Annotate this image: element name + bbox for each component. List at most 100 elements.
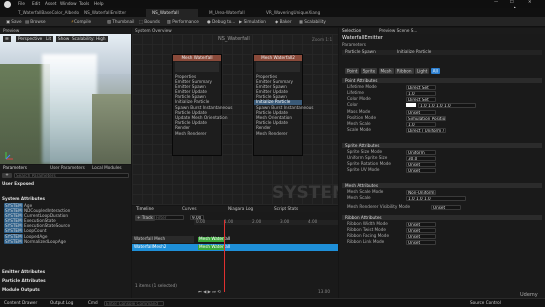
tab-preview-scene[interactable]: Preview Scene S... [379, 28, 417, 34]
browse-button[interactable]: ▤ Browse [22, 19, 49, 25]
debug-button[interactable]: ● Debug to... [204, 19, 238, 25]
details-panel: Selection Preview Scene S... WaterfallEm… [339, 28, 545, 298]
tab-texture[interactable]: T_WaterfallBaseColor_Albedo [12, 9, 79, 17]
ribbon-width-mode-select[interactable]: Unset [406, 222, 436, 227]
menu-help[interactable]: Help [94, 1, 104, 7]
mass-mode-select[interactable]: Unset [406, 110, 436, 115]
filter-initialize-particle[interactable]: Initialize Particle [397, 49, 431, 55]
baker-button[interactable]: ◆ Baker [272, 19, 295, 25]
position-mode-select[interactable]: Simulation Position [406, 116, 446, 121]
subtab-sprite[interactable]: Sprite [360, 67, 378, 74]
compile-button[interactable]: ⚡Compile [68, 19, 94, 25]
ribbon-link-mode-select[interactable]: Unset [406, 240, 436, 245]
sprite-rotation-mode-select[interactable]: Unset [406, 162, 436, 167]
menu-edit[interactable]: Edit [32, 1, 40, 7]
tab-ns-waterfall[interactable]: NS_Waterfall [146, 9, 198, 17]
scalability-preview-button[interactable]: Scalability: High [70, 36, 108, 42]
parameters-search-input[interactable]: Search Parameters [14, 173, 129, 178]
cmd-dropdown[interactable]: Cmd [88, 300, 98, 306]
timeline-ruler[interactable]: 0.00 1.00 2.00 3.00 4.00 [194, 219, 338, 225]
subtab-mesh[interactable]: Mesh [378, 67, 394, 74]
lifetime-input[interactable]: 1.0 [406, 91, 436, 96]
track-bar-2[interactable]: Mesh Waterfall [198, 244, 230, 250]
field-label: Mesh Renderer Visibility Mode [347, 204, 411, 209]
color-swatch[interactable] [406, 103, 416, 107]
performance-button[interactable]: ▥ Performance [164, 19, 202, 25]
perspective-button[interactable]: Perspective [16, 36, 45, 42]
sprite-uv-mode-select[interactable]: Unset [406, 168, 436, 173]
stack-row-mesh-renderer[interactable]: Mesh Renderer [173, 131, 221, 136]
emitter-node-left[interactable]: Mesh Waterfall Properties Emitter Summar… [172, 54, 232, 156]
mesh-scale-mode-select[interactable]: Non-Uniform [406, 190, 436, 195]
minimize-icon[interactable]: — [494, 0, 498, 5]
status-bar: Content Drawer Output Log Cmd Enter Cons… [0, 292, 545, 307]
color-input[interactable]: 1.0 1.0 1.0 1.0 [418, 103, 476, 108]
filter-particle-spawn[interactable]: Particle Spawn [345, 49, 376, 55]
scalability-button[interactable]: ▦ Scalability [296, 19, 329, 25]
lifetime-mode-select[interactable]: Direct Set [406, 85, 436, 90]
tab-parameters[interactable]: Parameters [3, 165, 27, 171]
mesh-visibility-mode-select[interactable]: Unset [431, 205, 461, 210]
source-control-button[interactable]: Source Control [470, 300, 501, 306]
emitter-attributes-section[interactable]: Emitter Attributes [2, 269, 45, 275]
playhead-marker[interactable] [224, 220, 225, 292]
ribbon-twist-mode-select[interactable]: Unset [406, 228, 436, 233]
maximize-icon[interactable]: ☐ [510, 0, 514, 5]
sprite-attributes-section[interactable]: Sprite Attributes [342, 143, 542, 148]
tab-selection[interactable]: Selection [342, 28, 361, 34]
add-track-button[interactable]: + Track [135, 215, 155, 221]
color-mode-select[interactable]: Direct Set [406, 97, 436, 102]
mesh-scale-vector-input[interactable]: 1.0 1.0 1.0 [406, 196, 466, 201]
simulation-button[interactable]: ▶ Simulation [236, 19, 269, 25]
tab-emitter[interactable]: NS_WaterfallEmitter [78, 9, 140, 17]
timeline-filter-input[interactable]: Filter [154, 215, 184, 220]
console-command-input[interactable]: Enter Console Command [104, 301, 164, 306]
subtab-ribbon[interactable]: Ribbon [394, 67, 414, 74]
track-waterfall-mesh-2[interactable]: WaterfallMesh2 [132, 244, 338, 251]
preview-viewport[interactable]: ☰ Perspective Lit Show Scalability: High [0, 34, 131, 164]
tab-user-parameters[interactable]: User Parameters [50, 165, 85, 171]
point-attributes-section[interactable]: Point Attributes [342, 78, 542, 83]
tab-script-stats[interactable]: Script Stats [274, 206, 298, 212]
sprite-size-input[interactable]: 30.0 [406, 156, 436, 161]
output-log-button[interactable]: Output Log [50, 300, 73, 306]
tab-curves[interactable]: Curves [182, 206, 197, 212]
thumbnail-button[interactable]: ▧ Thumbnail [104, 19, 137, 25]
bounds-button[interactable]: ⬚ Bounds [136, 19, 163, 25]
stack-row-mesh-renderer[interactable]: Mesh Renderer [254, 131, 302, 136]
lit-button[interactable]: Lit [44, 36, 54, 42]
sprite-size-mode-select[interactable]: Uniform [406, 150, 436, 155]
close-icon[interactable]: ✕ [528, 0, 532, 5]
menu-tools[interactable]: Tools [79, 1, 89, 7]
scale-mode-select[interactable]: Direct / Uniform / all 3D [406, 128, 446, 133]
view-options-button[interactable]: ☰ [3, 36, 11, 42]
add-parameter-button[interactable]: + [2, 172, 12, 178]
emitter-node-title: Mesh Waterfall2 [254, 55, 302, 61]
module-outputs-section[interactable]: Module Outputs [2, 287, 40, 293]
content-drawer-button[interactable]: Content Drawer [4, 300, 37, 306]
menu-file[interactable]: File [18, 1, 25, 7]
mesh-attributes-section[interactable]: Mesh Attributes [342, 183, 542, 188]
user-exposed-section[interactable]: User Exposed [2, 181, 34, 187]
tab-material[interactable]: M_Urea-Waterfall [203, 9, 255, 17]
emitter-node-right[interactable]: Mesh Waterfall2 Properties Emitter Summa… [253, 54, 313, 156]
menu-window[interactable]: Window [60, 1, 77, 7]
menu-asset[interactable]: Asset [45, 1, 56, 7]
tab-local-modules[interactable]: Local Modules [92, 165, 122, 171]
tab-timeline[interactable]: Timeline [136, 206, 154, 212]
ribbon-attributes-section[interactable]: Ribbon Attributes [342, 215, 542, 220]
track-waterfall-mesh[interactable]: Waterfall Mesh [132, 236, 194, 243]
tab-vr[interactable]: VR_WaveringUniqueXiang [260, 9, 322, 17]
mesh-scale-input[interactable]: 1.0 [406, 122, 436, 127]
subtab-all[interactable]: All [430, 67, 440, 74]
list-item[interactable]: SYSTEM NormalizedLoopAge [2, 238, 129, 244]
playback-controls[interactable]: ⏮ ◀ ▶ ⏭ ⟲ [198, 289, 221, 295]
system-attributes-section[interactable]: System Attributes [2, 196, 45, 202]
system-overview-graph[interactable]: NS_Waterfall Zoom 1:1 SYSTEM [132, 34, 338, 205]
track-bar-1[interactable]: Mesh Waterfall [198, 236, 230, 242]
subtab-light[interactable]: Light [414, 67, 430, 74]
subtab-point[interactable]: Point [345, 67, 360, 74]
tab-niagara-log[interactable]: Niagara Log [228, 206, 253, 212]
ribbon-facing-mode-select[interactable]: Unset [406, 234, 436, 239]
particle-attributes-section[interactable]: Particle Attributes [2, 278, 46, 284]
